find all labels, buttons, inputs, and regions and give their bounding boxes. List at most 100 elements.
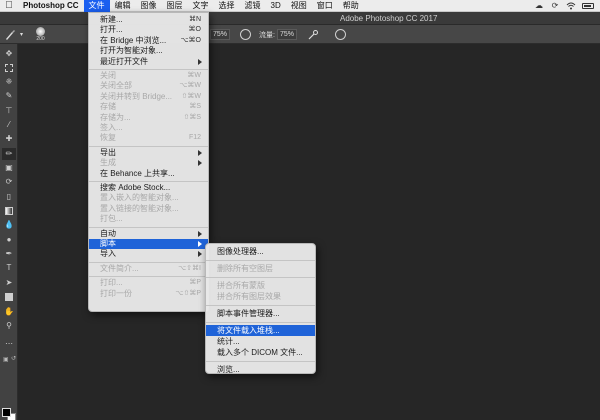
menu-file[interactable]: 文件 bbox=[83, 0, 110, 12]
menu-window[interactable]: 窗口 bbox=[312, 0, 338, 12]
opacity-field[interactable]: 75% bbox=[210, 28, 231, 41]
file-menu-item-label: 签入... bbox=[100, 123, 123, 132]
opacity-value[interactable]: 75% bbox=[210, 29, 231, 40]
brush-tool-icon[interactable]: ✏ bbox=[2, 148, 16, 160]
menu-separator bbox=[206, 361, 315, 362]
brush-tip-icon bbox=[36, 27, 45, 36]
file-menu-item[interactable]: 导入 bbox=[89, 249, 208, 259]
blur-tool-icon[interactable]: 💧 bbox=[2, 219, 16, 231]
file-menu-item-label: 文件简介... bbox=[100, 263, 139, 273]
file-menu-item-shortcut: ⌥⇧⌘P bbox=[175, 289, 201, 297]
file-menu-item[interactable]: 打开... ⌘O bbox=[89, 25, 208, 35]
battery-icon[interactable] bbox=[582, 2, 594, 9]
path-select-icon[interactable]: ➤ bbox=[2, 277, 16, 289]
file-menu-item[interactable]: 新建... ⌘N bbox=[89, 15, 208, 25]
scripts-menu-item-label: 统计... bbox=[217, 337, 240, 346]
pen-tool-icon[interactable]: ✒ bbox=[2, 248, 16, 260]
scripts-menu-item[interactable]: 载入多个 DICOM 文件... bbox=[206, 347, 315, 358]
submenu-arrow-icon bbox=[198, 230, 202, 237]
flow-value[interactable]: 75% bbox=[277, 29, 298, 40]
rectangle-tool-icon[interactable] bbox=[2, 291, 16, 303]
file-menu-item-label: 恢复 bbox=[100, 133, 116, 143]
swap-colors-icon[interactable]: ↺ bbox=[11, 355, 16, 362]
more-tools-icon[interactable]: ⋯ bbox=[2, 338, 16, 350]
flow-field[interactable]: 75% bbox=[277, 28, 298, 41]
menu-type[interactable]: 文字 bbox=[188, 0, 214, 12]
eyedropper-tool-icon[interactable]: ⁄ bbox=[2, 119, 16, 131]
move-tool-icon[interactable]: ✥ bbox=[2, 48, 16, 60]
file-menu-item: 关闭全部 ⌥⌘W bbox=[89, 81, 208, 91]
marquee-tool-icon[interactable] bbox=[2, 62, 16, 74]
file-menu-item-shortcut: ⌘N bbox=[188, 16, 201, 23]
scripts-menu-item-label: 将文件载入堆栈... bbox=[217, 326, 280, 335]
hand-tool-icon[interactable]: ✋ bbox=[2, 306, 16, 318]
clone-stamp-icon[interactable]: ▣ bbox=[2, 162, 16, 174]
menu-separator bbox=[89, 145, 208, 147]
dodge-tool-icon[interactable]: ● bbox=[2, 234, 16, 246]
menu-edit[interactable]: 编辑 bbox=[110, 0, 136, 12]
file-menu-item[interactable]: 在 Bridge 中浏览... ⌥⌘O bbox=[89, 36, 208, 46]
airbrush-icon bbox=[308, 29, 318, 39]
file-menu-item[interactable]: 最近打开文件 bbox=[89, 57, 208, 67]
file-menu-item[interactable]: 自动 bbox=[89, 229, 208, 239]
file-menu-item-label: 打开... bbox=[100, 25, 123, 35]
file-menu-item-label: 关闭全部 bbox=[100, 81, 132, 91]
file-menu-item: 文件简介... ⌥⇧⌘I bbox=[89, 264, 208, 274]
pressure-opacity-button[interactable] bbox=[240, 28, 251, 41]
default-colors-icon[interactable]: ▣ bbox=[3, 356, 9, 363]
gradient-tool-icon[interactable] bbox=[2, 205, 16, 217]
cloud-icon[interactable]: ☁ bbox=[534, 1, 544, 10]
file-menu-item-label: 关闭并转到 Bridge... bbox=[100, 91, 173, 101]
menu-help[interactable]: 帮助 bbox=[338, 0, 364, 12]
scripts-menu-item[interactable]: 图像处理器... bbox=[206, 246, 315, 257]
lasso-tool-icon[interactable]: ❈ bbox=[2, 76, 16, 88]
submenu-arrow-icon bbox=[198, 58, 202, 65]
history-brush-icon[interactable]: ⟳ bbox=[2, 176, 16, 188]
menu-3d[interactable]: 3D bbox=[266, 0, 286, 12]
healing-brush-icon[interactable]: ✚ bbox=[2, 133, 16, 145]
scripts-menu-item-label: 拼合所有图层效果 bbox=[217, 292, 281, 301]
sync-icon[interactable]: ⟳ bbox=[550, 1, 560, 10]
file-menu-item-shortcut: ⌘S bbox=[189, 103, 201, 111]
eraser-tool-icon[interactable]: ▯ bbox=[2, 191, 16, 203]
scripts-menu-item[interactable]: 统计... bbox=[206, 336, 315, 347]
file-menu-item-shortcut: ⌥⌘O bbox=[180, 36, 201, 44]
file-menu-item: 签入... bbox=[89, 123, 208, 133]
file-menu-item[interactable]: 在 Behance 上共享... bbox=[89, 169, 208, 179]
type-tool-icon[interactable]: T bbox=[2, 262, 16, 274]
quick-select-tool-icon[interactable]: ✎ bbox=[2, 90, 16, 102]
macos-menu-bar:  Photoshop CC 文件 编辑 图像 图层 文字 选择 滤镜 3D 视… bbox=[0, 0, 600, 12]
menu-view[interactable]: 视图 bbox=[286, 0, 312, 12]
airbrush-button[interactable] bbox=[307, 28, 319, 41]
file-menu-item-label: 生成 bbox=[100, 158, 116, 168]
submenu-arrow-icon bbox=[198, 241, 202, 247]
brush-picker-caret-icon[interactable]: ▾ bbox=[20, 28, 23, 41]
menu-separator bbox=[89, 261, 208, 263]
foreground-color-swatch[interactable] bbox=[2, 408, 11, 417]
pressure-size-button[interactable] bbox=[335, 28, 346, 41]
wifi-icon[interactable] bbox=[566, 2, 576, 10]
menu-layer[interactable]: 图层 bbox=[162, 0, 188, 12]
file-menu-item-label: 自动 bbox=[100, 228, 116, 238]
menu-separator bbox=[89, 226, 208, 228]
crop-tool-icon[interactable]: ⊤ bbox=[2, 105, 16, 117]
file-menu-item: 关闭 ⌘W bbox=[89, 71, 208, 81]
menu-select[interactable]: 选择 bbox=[214, 0, 240, 12]
brush-preset-icon[interactable] bbox=[4, 28, 16, 41]
scripts-menu-item[interactable]: 脚本事件管理器... bbox=[206, 308, 315, 319]
file-menu-item-label: 存储 bbox=[100, 102, 116, 112]
scripts-menu-item[interactable]: 浏览... bbox=[206, 364, 315, 375]
zoom-tool-icon[interactable]: ⚲ bbox=[2, 320, 16, 332]
file-menu-item-label: 存储为... bbox=[100, 112, 131, 122]
brush-size-picker[interactable]: 200 bbox=[36, 27, 45, 43]
file-menu-item[interactable]: 打开为智能对象... bbox=[89, 46, 208, 56]
file-menu-item[interactable]: 脚本 bbox=[89, 239, 208, 250]
menu-image[interactable]: 图像 bbox=[136, 0, 162, 12]
menu-app-name[interactable]: Photoshop CC bbox=[18, 0, 84, 12]
menu-filter[interactable]: 滤镜 bbox=[240, 0, 266, 12]
file-menu-item[interactable]: 导出 bbox=[89, 148, 208, 158]
file-menu-item[interactable]: 搜索 Adobe Stock... bbox=[89, 183, 208, 193]
scripts-menu-item[interactable]: 将文件载入堆栈... bbox=[206, 325, 315, 336]
scripts-menu-item: 拼合所有图层效果 bbox=[206, 291, 315, 302]
apple-menu-icon[interactable]:  bbox=[0, 0, 18, 11]
